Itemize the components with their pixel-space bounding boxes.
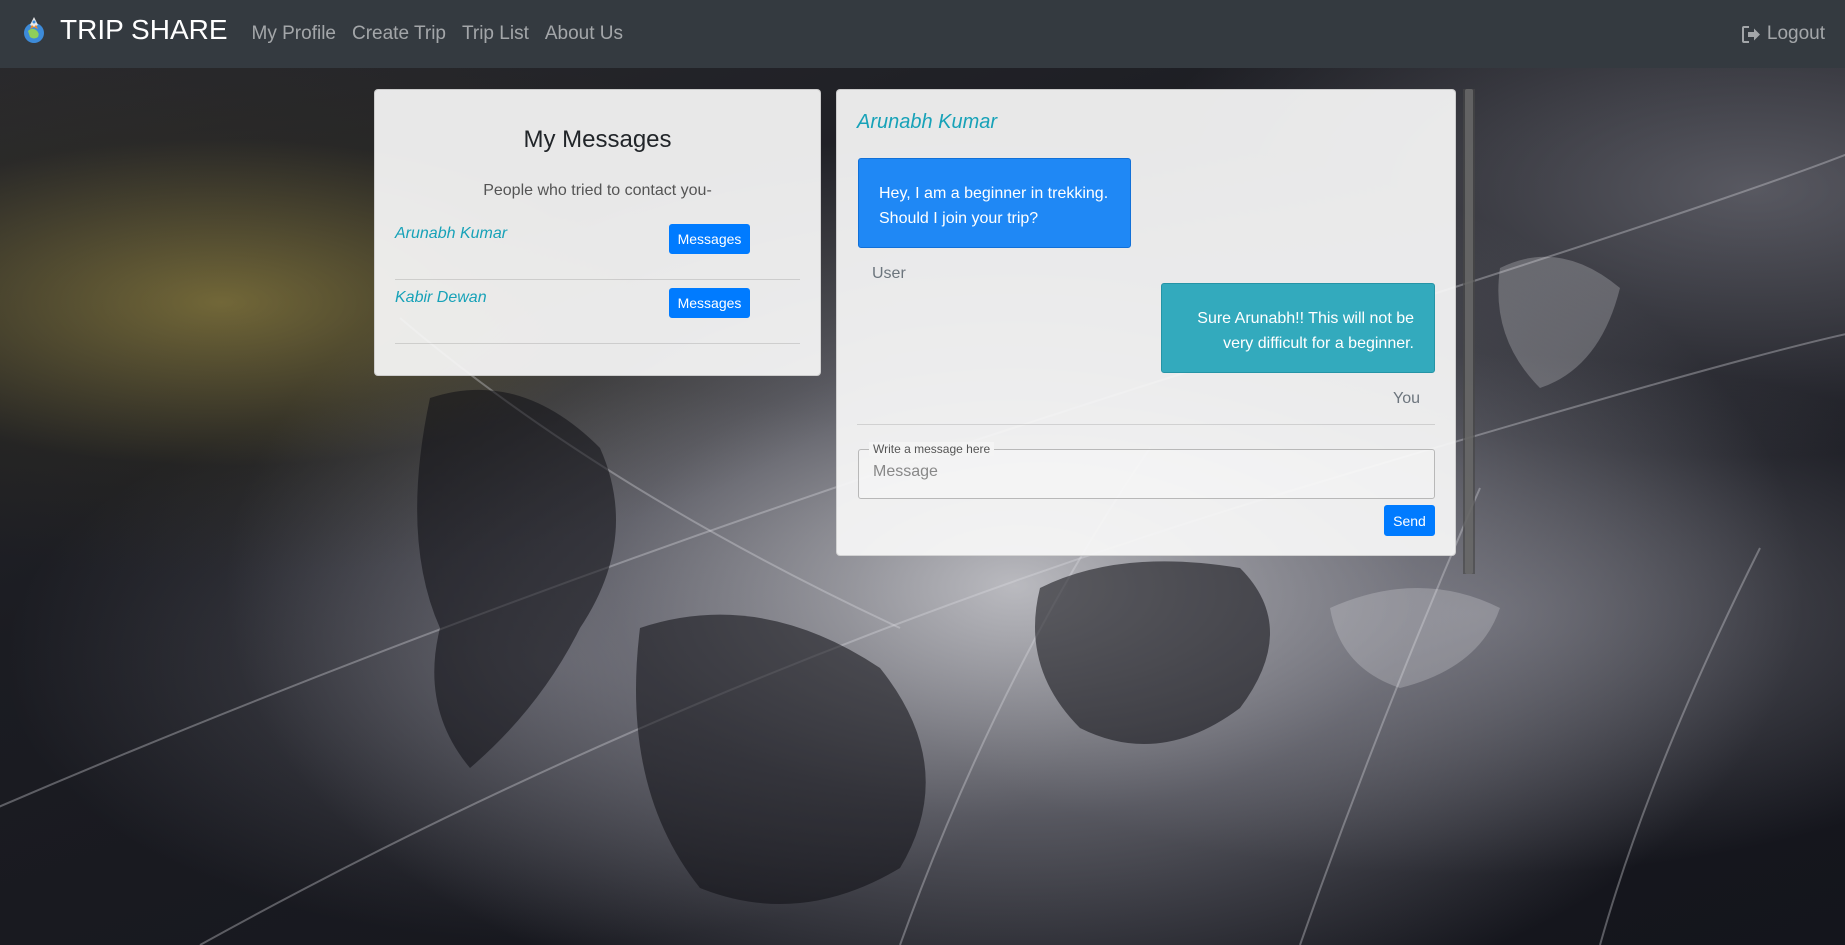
contact-row: Arunabh Kumar Messages xyxy=(395,215,800,280)
message-input[interactable] xyxy=(871,456,1425,488)
message-field: Write a message here xyxy=(858,442,1435,499)
chat-scrollbar[interactable] xyxy=(1463,89,1475,574)
rocket-globe-logo-icon xyxy=(24,17,44,43)
messages-title: My Messages xyxy=(523,126,672,153)
nav-trip-list[interactable]: Trip List xyxy=(462,23,529,45)
nav-about-us[interactable]: About Us xyxy=(545,23,623,45)
open-messages-button[interactable]: Messages xyxy=(669,288,750,318)
message-sender-label: User xyxy=(872,265,906,282)
chat-scrollbar-thumb[interactable] xyxy=(1465,89,1473,574)
sign-out-icon xyxy=(1741,25,1760,43)
my-messages-panel: My Messages People who tried to contact … xyxy=(374,89,821,376)
message-field-legend: Write a message here xyxy=(869,442,995,456)
brand-title: TRIP SHARE xyxy=(60,14,228,45)
incoming-message-bubble: Hey, I am a beginner in trekking. Should… xyxy=(858,158,1131,248)
messages-subtitle: People who tried to contact you- xyxy=(483,182,712,199)
nav-create-trip[interactable]: Create Trip xyxy=(352,23,446,45)
open-messages-button[interactable]: Messages xyxy=(669,224,750,254)
logout-label: Logout xyxy=(1766,23,1825,44)
brand-home-link[interactable]: TRIP SHARE xyxy=(20,14,228,46)
outgoing-message-bubble: Sure Arunabh!! This will not be very dif… xyxy=(1161,283,1435,373)
contact-row: Kabir Dewan Messages xyxy=(395,279,800,344)
nav-my-profile[interactable]: My Profile xyxy=(252,23,336,45)
contact-name-link[interactable]: Arunabh Kumar xyxy=(395,225,507,243)
top-navbar: TRIP SHARE My Profile Create Trip Trip L… xyxy=(0,0,1845,68)
message-sender-label: You xyxy=(1393,390,1420,407)
chat-divider xyxy=(857,424,1435,425)
send-button[interactable]: Send xyxy=(1384,505,1435,536)
chat-panel: Arunabh Kumar Hey, I am a beginner in tr… xyxy=(836,89,1456,556)
logout-link[interactable]: Logout xyxy=(1741,23,1825,45)
chat-contact-name: Arunabh Kumar xyxy=(857,111,998,133)
contact-name-link[interactable]: Kabir Dewan xyxy=(395,289,487,307)
